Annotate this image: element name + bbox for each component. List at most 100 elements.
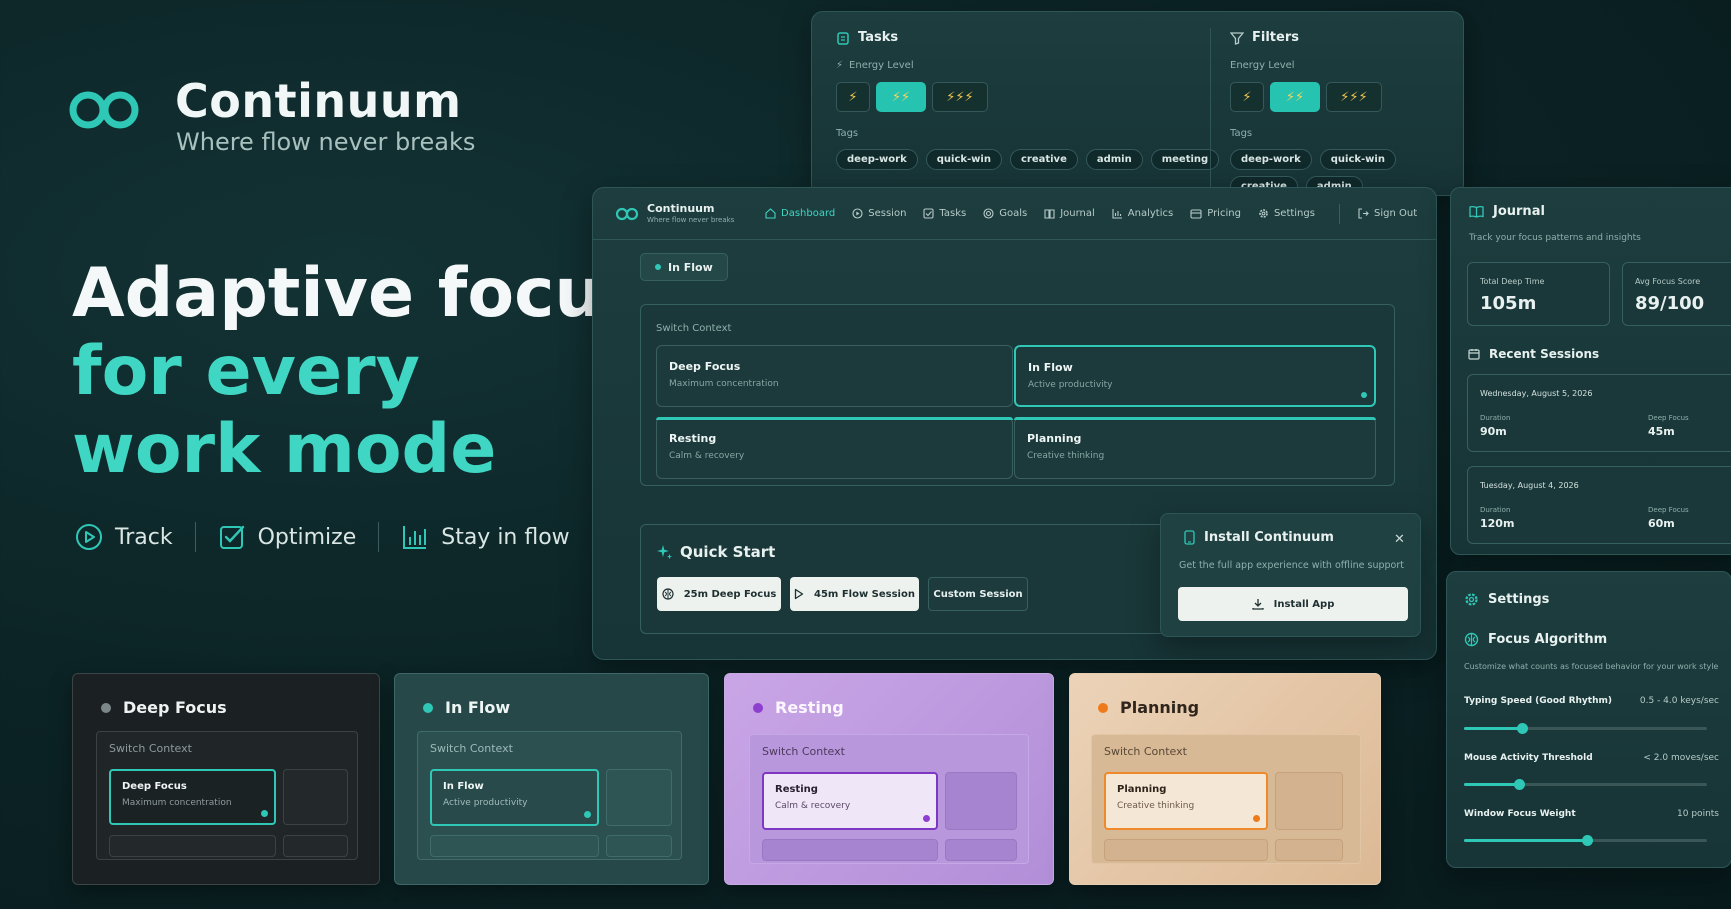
theme-card-resting[interactable]: Resting Switch Context Resting Calm & re…	[724, 673, 1054, 885]
tag-chip[interactable]: creative	[1009, 149, 1078, 170]
theme-placeholder	[606, 769, 672, 826]
session-duration-label: Duration	[1480, 506, 1511, 514]
focus-algorithm-desc: Customize what counts as focused behavio…	[1464, 662, 1719, 671]
nav-dashboard[interactable]: Dashboard	[765, 208, 835, 219]
filter-energy-low-button[interactable]: ⚡	[1230, 82, 1264, 112]
deep-focus-25m-button[interactable]: 25m Deep Focus	[657, 577, 781, 611]
stat-label: Total Deep Time	[1480, 277, 1545, 286]
theme-card-title: Planning	[1117, 784, 1167, 795]
theme-placeholder	[283, 769, 348, 825]
context-resting[interactable]: Resting Calm & recovery	[656, 417, 1013, 479]
nav-tasks[interactable]: Tasks	[923, 208, 966, 219]
session-entry[interactable]: Tuesday, August 4, 2026 Duration 120m De…	[1467, 466, 1731, 544]
context-deep-focus[interactable]: Deep Focus Maximum concentration	[656, 345, 1013, 407]
theme-placeholder	[945, 839, 1017, 861]
feature-track-label: Track	[115, 524, 173, 550]
gear-icon	[1258, 208, 1269, 219]
window-focus-slider[interactable]	[1464, 835, 1707, 846]
theme-header: Resting	[753, 698, 844, 717]
tasks-energy-row: ⚡ Energy Level	[836, 60, 914, 71]
feature-divider	[378, 522, 380, 552]
hero-line-3: work mode	[72, 410, 497, 489]
theme-placeholder	[283, 835, 348, 857]
theme-context-card: Resting Calm & recovery	[762, 772, 938, 830]
settings-panel: Settings Focus Algorithm Customize what …	[1446, 571, 1731, 868]
custom-session-button[interactable]: Custom Session	[928, 577, 1028, 611]
feature-flow-label: Stay in flow	[441, 524, 570, 550]
lightning-icon: ⚡	[836, 60, 844, 71]
brand-name: Continuum	[175, 74, 462, 128]
theme-placeholder	[430, 835, 599, 857]
filter-energy-medium-button[interactable]: ⚡⚡	[1270, 82, 1320, 112]
flow-session-45m-button[interactable]: 45m Flow Session	[790, 577, 919, 611]
recent-sessions-header: Recent Sessions	[1468, 347, 1599, 361]
context-planning[interactable]: Planning Creative thinking	[1014, 417, 1376, 479]
hero-line-2: for every	[72, 332, 420, 411]
mouse-activity-slider[interactable]	[1464, 779, 1707, 790]
theme-card-title: Resting	[775, 784, 818, 795]
nav-analytics[interactable]: Analytics	[1112, 208, 1173, 219]
theme-preview: Switch Context Planning Creative thinkin…	[1091, 734, 1361, 864]
typing-speed-slider[interactable]	[1464, 723, 1707, 734]
session-deep-label: Deep Focus	[1648, 506, 1689, 514]
stat-value: 89/100	[1635, 293, 1705, 314]
theme-card-in-flow[interactable]: In Flow Switch Context In Flow Active pr…	[394, 673, 709, 885]
sparkle-icon	[657, 544, 673, 560]
session-deep-label: Deep Focus	[1648, 414, 1689, 422]
nav-settings[interactable]: Settings	[1258, 208, 1315, 219]
nav-dashboard-label: Dashboard	[781, 208, 836, 219]
theme-card-desc: Calm & recovery	[775, 801, 851, 811]
tag-chip[interactable]: quick-win	[925, 149, 1002, 170]
tag-chip[interactable]: deep-work	[836, 149, 918, 170]
slider-knob[interactable]	[1514, 779, 1526, 790]
slider-knob[interactable]	[1516, 723, 1528, 734]
theme-card-deep-focus[interactable]: Deep Focus Switch Context Deep Focus Max…	[72, 673, 380, 885]
tag-chip[interactable]: meeting	[1150, 149, 1220, 170]
play-circle-icon	[75, 523, 103, 551]
checkbox-icon	[218, 523, 246, 551]
bar-chart-icon	[1112, 208, 1123, 219]
brain-icon	[662, 588, 674, 600]
tag-chip[interactable]: admin	[1085, 149, 1143, 170]
settings-header: Settings	[1464, 592, 1549, 607]
filter-tag-chip[interactable]: deep-work	[1230, 149, 1312, 170]
context-in-flow[interactable]: In Flow Active productivity	[1014, 345, 1376, 407]
slider-label: Mouse Activity Threshold	[1464, 753, 1593, 763]
tasks-tags-label: Tags	[836, 128, 859, 139]
session-duration: 90m	[1480, 425, 1507, 438]
install-app-button[interactable]: Install App	[1178, 587, 1408, 621]
nav-goals[interactable]: Goals	[983, 208, 1027, 219]
theme-card-planning[interactable]: Planning Switch Context Planning Creativ…	[1069, 673, 1381, 885]
theme-preview: Switch Context In Flow Active productivi…	[417, 731, 682, 860]
session-entry[interactable]: Wednesday, August 5, 2026 Duration 90m D…	[1467, 374, 1731, 452]
slider-value: 10 points	[1677, 809, 1719, 819]
theme-placeholder	[762, 839, 938, 861]
context-accent-bar	[1014, 417, 1376, 420]
slider-knob[interactable]	[1582, 835, 1594, 846]
nav-session[interactable]: Session	[852, 208, 906, 219]
theme-card-dot	[584, 811, 591, 818]
nav-tasks-label: Tasks	[939, 208, 967, 219]
nav-journal[interactable]: Journal	[1044, 208, 1095, 219]
theme-placeholder	[945, 772, 1017, 830]
stat-label: Avg Focus Score	[1635, 277, 1701, 286]
filter-energy-high-button[interactable]: ⚡⚡⚡	[1326, 82, 1382, 112]
context-title: Planning	[1027, 432, 1082, 445]
energy-low-button[interactable]: ⚡	[836, 82, 870, 112]
sign-out-button[interactable]: Sign Out	[1358, 208, 1417, 219]
journal-subtitle: Track your focus patterns and insights	[1469, 233, 1641, 243]
energy-high-button[interactable]: ⚡⚡⚡	[932, 82, 988, 112]
nav-pricing[interactable]: Pricing	[1190, 208, 1241, 219]
filter-tag-chip[interactable]: quick-win	[1319, 149, 1396, 170]
theme-dot	[1098, 702, 1108, 713]
hero-line-1: Adaptive focus	[72, 254, 644, 333]
phone-icon	[1184, 530, 1195, 545]
theme-preview: Switch Context Resting Calm & recovery	[749, 734, 1029, 864]
close-icon[interactable]: ✕	[1394, 532, 1405, 547]
switch-context-label: Switch Context	[656, 323, 732, 334]
feature-divider	[194, 522, 196, 552]
recent-sessions-title: Recent Sessions	[1489, 347, 1600, 361]
nav-brand[interactable]: Continuum Where flow never breaks	[647, 202, 734, 224]
energy-medium-button[interactable]: ⚡⚡	[876, 82, 926, 112]
theme-card-dot	[923, 815, 930, 822]
